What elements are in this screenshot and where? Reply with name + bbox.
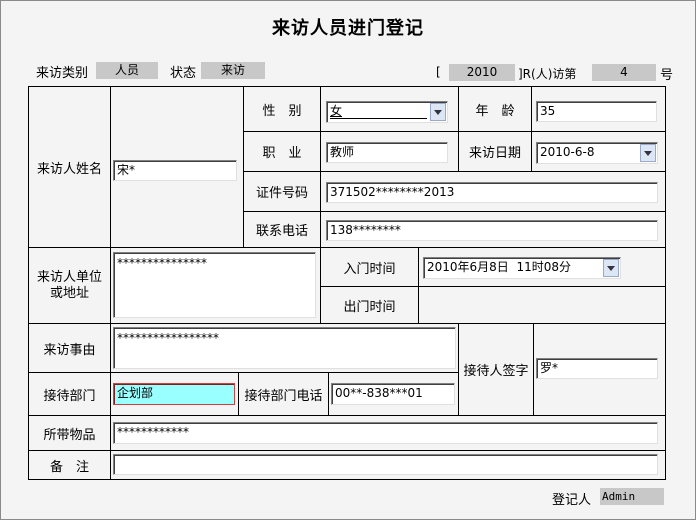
visitor-type-label: 来访类别	[36, 66, 89, 81]
visitor-type-field[interactable]: 人员	[96, 62, 158, 79]
dept-phone-input[interactable]: 00**-838***01	[331, 383, 455, 405]
job-input[interactable]: 教师	[326, 142, 448, 163]
year-field[interactable]: 2010	[449, 64, 515, 81]
gender-select[interactable]: 女	[326, 101, 448, 123]
sequence-label: ]R(人)访第	[518, 67, 577, 81]
registrar-label: 登记人	[552, 493, 592, 508]
sequence-number-field[interactable]: 4	[592, 64, 656, 81]
visit-date-dropdown-button[interactable]	[640, 144, 656, 162]
dept-phone-label: 接待部门电话	[244, 388, 323, 404]
dept-label: 接待部门	[43, 388, 96, 404]
name-label: 来访人姓名	[36, 161, 102, 177]
visit-date-picker[interactable]: 2010-6-8	[536, 142, 658, 164]
id-number-label: 证件号码	[255, 186, 308, 201]
unit-address-textarea[interactable]: ***************	[113, 252, 316, 318]
remark-input[interactable]	[113, 454, 658, 475]
enter-time-dropdown-button[interactable]	[603, 259, 619, 277]
dept-input[interactable]: 企划部	[113, 383, 235, 405]
gender-label: 性 别	[262, 103, 302, 119]
enter-time-label: 入门时间	[343, 261, 396, 277]
unit-address-label: 来访人单位 或地址	[29, 248, 110, 323]
page-title: 来访人员进门登记	[272, 18, 424, 39]
age-label: 年 龄	[475, 103, 515, 119]
sequence-suffix: 号	[660, 68, 674, 83]
items-label: 所带物品	[43, 427, 96, 443]
phone-label: 联系电话	[255, 224, 308, 239]
chevron-down-icon	[607, 265, 615, 271]
receiver-sign-input[interactable]: 罗*	[536, 358, 658, 379]
gender-select-value: 女	[330, 104, 343, 118]
bracket-open: [	[436, 65, 441, 79]
unit-address-label-line1: 来访人单位	[36, 269, 102, 285]
chevron-down-icon	[644, 150, 652, 156]
chevron-down-icon	[434, 109, 442, 115]
remark-label: 备 注	[49, 459, 89, 475]
reason-label: 来访事由	[43, 342, 96, 358]
phone-input[interactable]: 138********	[326, 220, 658, 241]
status-field[interactable]: 来访	[201, 62, 265, 79]
receiver-sign-label: 接待人签字	[463, 364, 529, 379]
enter-time-picker[interactable]: 2010年6月8日 11时08分	[423, 257, 621, 279]
exit-time-label: 出门时间	[343, 299, 396, 315]
enter-time-value: 2010年6月8日 11时08分	[427, 260, 571, 274]
name-input[interactable]: 宋*	[113, 160, 237, 181]
reason-textarea[interactable]: *****************	[113, 327, 456, 369]
gender-dropdown-button[interactable]	[430, 103, 446, 121]
items-input[interactable]: ************	[113, 422, 658, 444]
id-number-input[interactable]: 371502********2013	[326, 182, 658, 203]
visit-date-value: 2010-6-8	[540, 145, 595, 159]
unit-address-label-line2: 或地址	[49, 285, 89, 301]
job-label: 职 业	[262, 146, 302, 161]
age-input[interactable]: 35	[536, 101, 657, 122]
visit-date-label: 来访日期	[468, 146, 521, 161]
status-label: 状态	[170, 66, 197, 81]
registrar-field[interactable]: Admin	[600, 488, 664, 505]
